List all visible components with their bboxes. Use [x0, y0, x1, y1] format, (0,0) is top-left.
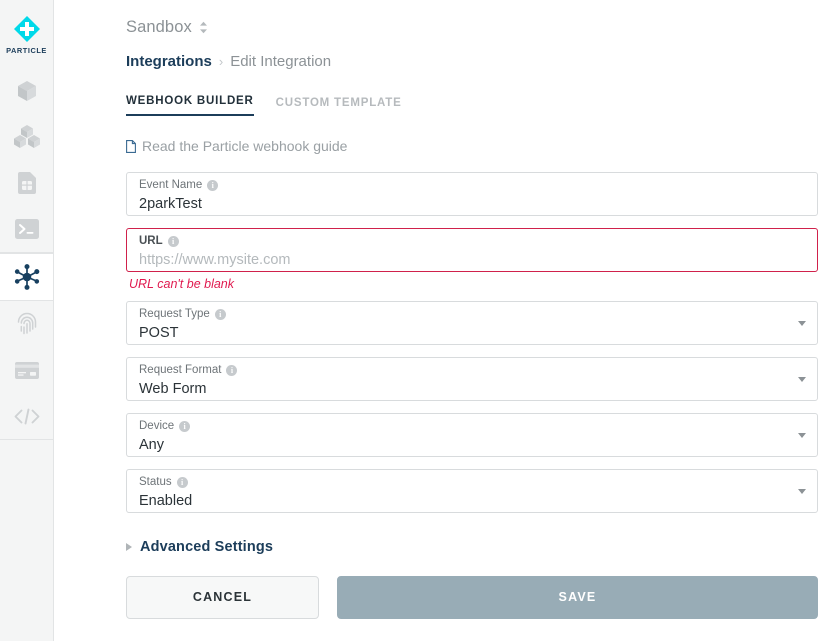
integrations-node-icon	[14, 264, 39, 290]
triangle-right-icon	[126, 542, 132, 551]
field-url-label-row: URL i	[139, 235, 805, 248]
advanced-settings-label: Advanced Settings	[140, 538, 274, 555]
code-brackets-icon	[14, 408, 39, 424]
field-request-format-label-row: Request Format i	[139, 364, 805, 377]
field-status-label-row: Status i	[139, 476, 805, 489]
chevron-up-down-icon	[199, 21, 207, 34]
terminal-icon	[14, 219, 39, 239]
cube-icon	[17, 81, 36, 101]
sidebar-group-primary: PARTICLE	[0, 0, 53, 253]
field-status-value: Enabled	[139, 492, 193, 509]
field-device-label-row: Device i	[139, 420, 805, 433]
org-switcher-label: Sandbox	[126, 18, 192, 36]
info-icon[interactable]: i	[176, 476, 188, 488]
field-status-label: Status	[139, 475, 172, 488]
cancel-button[interactable]: CANCEL	[126, 575, 319, 619]
field-event-name-value: 2parkTest	[139, 195, 202, 212]
fingerprint-icon	[17, 312, 36, 335]
form-actions: CANCEL SAVE	[126, 575, 818, 619]
breadcrumb-separator: ›	[218, 54, 224, 69]
info-icon[interactable]: i	[207, 179, 219, 191]
field-status[interactable]: Status i Enabled	[126, 468, 818, 513]
sidebar-item-console[interactable]	[0, 206, 54, 252]
field-device[interactable]: Device i Any	[126, 412, 818, 457]
chevron-down-icon[interactable]	[798, 432, 806, 438]
main-content: Sandbox Integrations › Edit Integration …	[54, 0, 820, 641]
sidebar-item-billing[interactable]	[0, 347, 54, 393]
app-root: PARTICLE Sandbox Integrations › Edit Int…	[0, 0, 820, 641]
tab-custom-template[interactable]: CUSTOM TEMPLATE	[276, 97, 402, 116]
field-device-value: Any	[139, 436, 164, 453]
document-icon	[126, 139, 136, 153]
particle-diamond-icon	[13, 15, 40, 42]
tab-bar: WEBHOOK BUILDER CUSTOM TEMPLATE	[126, 90, 820, 116]
info-icon[interactable]: i	[179, 420, 191, 432]
sidebar-item-authentication[interactable]	[0, 301, 54, 347]
field-event-name-label-row: Event Name i	[139, 179, 805, 192]
chevron-down-icon[interactable]	[798, 320, 806, 326]
info-icon[interactable]: i	[226, 364, 238, 376]
breadcrumb-current: Edit Integration	[230, 53, 332, 70]
cubes-icon	[13, 125, 40, 148]
field-request-type-label: Request Type	[139, 307, 210, 320]
sidebar-item-device[interactable]	[0, 68, 54, 114]
save-button[interactable]: SAVE	[337, 575, 818, 619]
info-icon[interactable]: i	[214, 308, 226, 320]
field-url-label: URL	[139, 234, 163, 247]
tab-webhook-builder[interactable]: WEBHOOK BUILDER	[126, 95, 254, 116]
field-request-type-value: POST	[139, 324, 179, 341]
sidebar: PARTICLE	[0, 0, 54, 641]
field-url-error: URL can't be blank	[129, 276, 234, 291]
sidebar-item-sim[interactable]	[0, 160, 54, 206]
sidebar-item-integrations[interactable]	[0, 254, 54, 300]
field-event-name[interactable]: Event Name i 2parkTest	[126, 171, 818, 216]
particle-logo[interactable]: PARTICLE	[6, 0, 47, 68]
org-switcher[interactable]: Sandbox	[126, 18, 208, 37]
sim-card-icon	[17, 172, 36, 194]
field-request-format-value: Web Form	[139, 380, 207, 397]
webhook-form: Event Name i 2parkTest URL i https://www…	[126, 171, 818, 513]
webhook-guide-link[interactable]: Read the Particle webhook guide	[126, 138, 347, 154]
field-url-placeholder: https://www.mysite.com	[139, 251, 291, 268]
field-request-type[interactable]: Request Type i POST	[126, 300, 818, 345]
field-request-format-label: Request Format	[139, 363, 222, 376]
field-url[interactable]: URL i https://www.mysite.com	[126, 227, 818, 272]
sidebar-group-secondary	[0, 301, 53, 440]
particle-wordmark: PARTICLE	[6, 45, 47, 55]
sidebar-item-developer[interactable]	[0, 393, 54, 439]
chevron-down-icon[interactable]	[798, 488, 806, 494]
breadcrumb: Integrations › Edit Integration	[126, 53, 820, 70]
field-device-label: Device	[139, 419, 175, 432]
webhook-guide-label: Read the Particle webhook guide	[142, 138, 348, 154]
sidebar-item-fleet[interactable]	[0, 114, 54, 160]
sidebar-group-active	[0, 253, 53, 301]
credit-card-icon	[14, 361, 39, 379]
breadcrumb-integrations-link[interactable]: Integrations	[126, 53, 212, 70]
field-request-type-label-row: Request Type i	[139, 308, 805, 321]
field-request-format[interactable]: Request Format i Web Form	[126, 356, 818, 401]
chevron-down-icon[interactable]	[798, 376, 806, 382]
advanced-settings-toggle[interactable]: Advanced Settings	[126, 539, 273, 555]
info-icon[interactable]: i	[167, 235, 179, 247]
field-event-name-label: Event Name	[139, 178, 203, 191]
